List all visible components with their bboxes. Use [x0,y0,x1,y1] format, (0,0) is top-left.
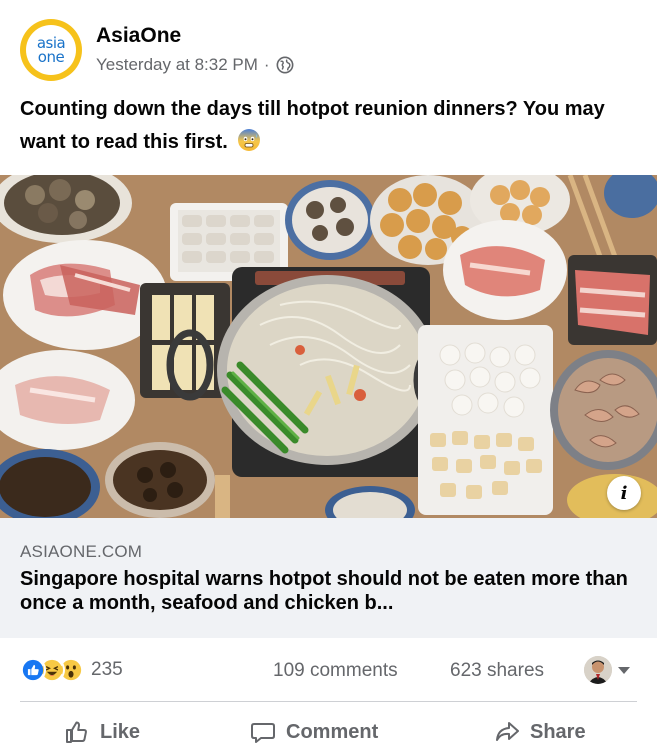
hotpot-spread-photo [0,175,657,518]
comment-label: Comment [286,720,379,743]
post-timestamp[interactable]: Yesterday at 8:32 PM [96,55,258,75]
page-avatar[interactable]: asia one [20,19,82,81]
link-domain: ASIAONE.COM [20,542,143,561]
meta-separator: · [263,55,270,74]
comments-count[interactable]: 109 comments [273,660,398,682]
like-button[interactable]: Like [64,719,140,745]
link-headline[interactable]: Singapore hospital warns hotpot should n… [20,567,645,615]
page-name[interactable]: AsiaOne [96,24,181,48]
shares-count[interactable]: 623 shares [450,660,544,682]
share-button[interactable]: Share [494,719,586,745]
caption-text: Counting down the days till hotpot reuni… [20,98,605,153]
like-icon [20,657,46,683]
globe-icon[interactable] [276,56,294,74]
post-meta: Yesterday at 8:32 PM · [96,55,294,75]
like-label: Like [100,720,141,743]
link-preview-image[interactable]: i [0,175,657,518]
comment-button[interactable]: Comment [250,719,378,745]
avatar-logo: asia one [26,25,76,75]
comment-icon [251,723,275,743]
thumbs-up-icon [66,721,87,743]
reaction-count: 235 [91,659,123,680]
post-caption: Counting down the days till hotpot reuni… [20,93,640,159]
divider [20,701,637,702]
link-preview-meta[interactable]: ASIAONE.COM Singapore hospital warns hot… [0,518,657,638]
share-label: Share [530,720,586,743]
chevron-down-icon[interactable] [618,667,630,674]
engagement-bar: 235 109 comments 623 shares [0,648,657,692]
anxious-face-emoji-icon [238,129,261,151]
info-button[interactable]: i [607,476,641,510]
viewer-avatar[interactable] [584,656,612,684]
user-avatar-icon [584,656,612,684]
share-arrow-icon [496,722,519,741]
post-actions: Like Comment Share [0,709,657,750]
post-header: asia one AsiaOne Yesterday at 8:32 PM · [0,0,657,86]
reactions-summary[interactable]: 235 [20,657,123,683]
avatar-text-bottom: one [37,48,65,66]
